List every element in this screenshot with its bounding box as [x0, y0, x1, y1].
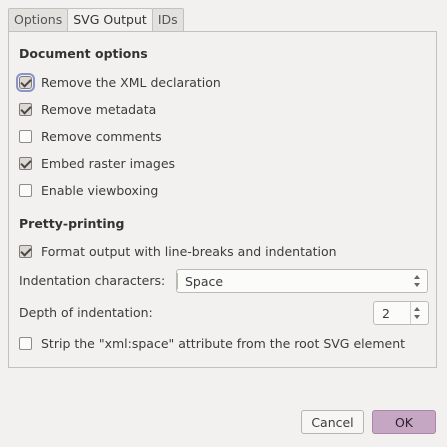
remove-metadata-label: Remove metadata [41, 101, 157, 117]
spin-divider [410, 302, 411, 324]
strip-xml-space-option[interactable]: Strip the "xml:space" attribute from the… [19, 333, 405, 353]
enable-viewboxing-checkbox[interactable] [19, 183, 32, 197]
depth-value: 2 [382, 306, 390, 321]
spin-arrows-icon[interactable] [414, 307, 421, 319]
tab-options[interactable]: Options [8, 8, 69, 31]
remove-metadata-checkbox[interactable] [19, 102, 32, 116]
pretty-printing-heading: Pretty-printing [19, 216, 125, 231]
enable-viewboxing-label: Enable viewboxing [41, 182, 159, 198]
remove-comments-checkbox[interactable] [19, 129, 32, 143]
embed-raster-images-checkbox[interactable] [19, 156, 32, 170]
depth-spinbox[interactable]: 2 [373, 301, 429, 325]
remove-xml-declaration-option[interactable]: Remove the XML declaration [16, 72, 221, 92]
strip-xml-space-label: Strip the "xml:space" attribute from the… [41, 335, 406, 351]
format-output-label: Format output with line-breaks and inden… [41, 243, 337, 259]
tab-svg-output[interactable]: SVG Output [67, 8, 153, 32]
indentation-characters-label: Indentation characters: [19, 273, 166, 288]
format-output-option[interactable]: Format output with line-breaks and inden… [19, 241, 337, 261]
enable-viewboxing-option[interactable]: Enable viewboxing [19, 180, 158, 200]
embed-raster-images-option[interactable]: Embed raster images [19, 153, 175, 173]
tab-bar: Options SVG Output IDs [8, 8, 184, 32]
combo-separator [177, 273, 178, 289]
embed-raster-images-label: Embed raster images [41, 155, 176, 171]
format-output-checkbox[interactable] [19, 244, 32, 258]
depth-of-indentation-label: Depth of indentation: [19, 305, 153, 320]
ok-button[interactable]: OK [372, 410, 436, 434]
remove-xml-declaration-checkbox[interactable] [16, 72, 35, 92]
remove-comments-option[interactable]: Remove comments [19, 126, 162, 146]
strip-xml-space-checkbox[interactable] [19, 336, 32, 350]
combo-arrows-icon [414, 275, 421, 287]
cancel-button[interactable]: Cancel [301, 410, 364, 434]
document-options-heading: Document options [19, 46, 148, 61]
remove-metadata-option[interactable]: Remove metadata [19, 99, 156, 119]
tab-ids[interactable]: IDs [151, 8, 184, 31]
indentation-characters-value: Space [185, 274, 224, 289]
remove-xml-declaration-label: Remove the XML declaration [41, 74, 221, 90]
remove-comments-label: Remove comments [41, 128, 162, 144]
indentation-characters-combo[interactable]: Space [176, 269, 428, 293]
